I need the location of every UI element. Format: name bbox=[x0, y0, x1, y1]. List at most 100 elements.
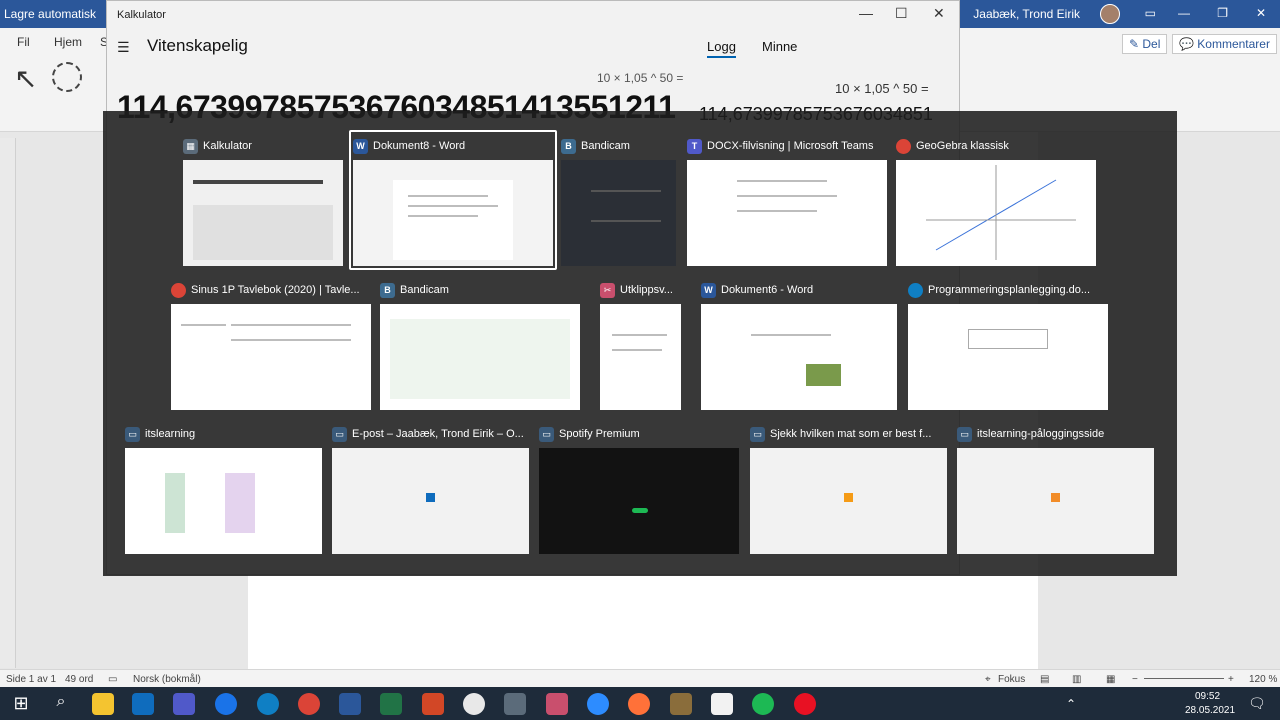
language[interactable]: Norsk (bokmål) bbox=[133, 674, 201, 685]
browser-icon: ▭ bbox=[750, 426, 765, 442]
tile-thumbnail bbox=[380, 304, 580, 410]
powerpoint-icon[interactable] bbox=[422, 693, 444, 715]
tab-home[interactable]: Hjem bbox=[54, 35, 82, 49]
switcher-tile[interactable]: ✂ Utklippsv... bbox=[600, 278, 681, 410]
read-mode-icon[interactable]: ▤ bbox=[1040, 674, 1049, 685]
switcher-tile[interactable]: ▭ E-post – Jaabæk, Trond Eirik – O... bbox=[332, 422, 529, 554]
share-label: Del bbox=[1142, 37, 1161, 51]
switcher-tile[interactable]: ▭ Spotify Premium bbox=[539, 422, 739, 554]
comments-button[interactable]: 💬 Kommentarer bbox=[1172, 34, 1277, 54]
clock-time[interactable]: 09:52 bbox=[1195, 691, 1220, 702]
switcher-tile[interactable]: ▦ Kalkulator bbox=[183, 134, 343, 266]
tile-thumbnail bbox=[957, 448, 1154, 554]
ribbon-display-icon[interactable]: ▭ bbox=[1145, 6, 1156, 20]
switcher-tile[interactable]: B Bandicam bbox=[380, 278, 580, 410]
lasso-tool-icon[interactable] bbox=[52, 62, 82, 92]
file-explorer-icon[interactable] bbox=[92, 693, 114, 715]
tile-thumbnail bbox=[353, 160, 553, 266]
outlook-icon[interactable] bbox=[132, 693, 154, 715]
pen-icon[interactable] bbox=[670, 693, 692, 715]
tile-thumbnail bbox=[539, 448, 739, 554]
autosave-label[interactable]: Lagre automatisk bbox=[4, 7, 96, 21]
app-icon[interactable] bbox=[463, 693, 485, 715]
clock-date[interactable]: 28.05.2021 bbox=[1185, 705, 1235, 716]
tile-title: Sjekk hvilken mat som er best f... bbox=[770, 428, 932, 440]
tile-title: Bandicam bbox=[400, 284, 449, 296]
firefox-icon[interactable] bbox=[628, 693, 650, 715]
windows-start-icon[interactable]: ⊞ bbox=[10, 693, 32, 715]
mail-icon: ▭ bbox=[332, 426, 347, 442]
tile-thumbnail bbox=[125, 448, 322, 554]
calculator-mode: Vitenskapelig bbox=[147, 36, 248, 55]
web-layout-icon[interactable]: ▦ bbox=[1106, 674, 1115, 685]
snip-icon[interactable] bbox=[546, 693, 568, 715]
close-icon[interactable]: ✕ bbox=[1256, 6, 1266, 20]
zoom-icon[interactable] bbox=[587, 693, 609, 715]
menu-icon[interactable]: ☰ bbox=[117, 39, 130, 56]
word-count[interactable]: 49 ord bbox=[65, 674, 93, 685]
minimize-icon[interactable]: — bbox=[1178, 6, 1190, 20]
comment-icon: 💬 bbox=[1179, 37, 1198, 51]
tab-file[interactable]: Fil bbox=[17, 35, 30, 49]
switcher-tile[interactable]: T DOCX-filvisning | Microsoft Teams bbox=[687, 134, 887, 266]
zoom-level[interactable]: 120 % bbox=[1249, 674, 1277, 685]
switcher-tile[interactable]: Sinus 1P Tavlebok (2020) | Tavle... bbox=[171, 278, 371, 410]
switcher-tile[interactable]: GeoGebra klassisk bbox=[896, 134, 1096, 266]
switcher-tile[interactable]: ▭ Sjekk hvilken mat som er best f... bbox=[750, 422, 947, 554]
share-button[interactable]: ✎ Del bbox=[1122, 34, 1168, 54]
spotify-icon: ▭ bbox=[539, 426, 554, 442]
excel-icon[interactable] bbox=[380, 693, 402, 715]
tile-title: Kalkulator bbox=[203, 140, 252, 152]
switcher-tile[interactable]: ▭ itslearning-påloggingsside bbox=[957, 422, 1154, 554]
notification-icon[interactable]: 🗨 bbox=[1248, 695, 1266, 712]
tray-chevron-icon[interactable]: ⌃ bbox=[1066, 697, 1076, 711]
switcher-tile[interactable]: W Dokument6 - Word bbox=[701, 278, 897, 410]
zoom-in-icon[interactable]: + bbox=[1228, 674, 1234, 685]
zoom-slider[interactable] bbox=[1144, 678, 1224, 679]
bandicam-record-icon[interactable] bbox=[794, 693, 816, 715]
snip-icon: ✂ bbox=[600, 282, 615, 298]
task-switcher: ▦ Kalkulator W Dokument8 - Word B Bandicam … bbox=[103, 111, 1177, 576]
switcher-tile[interactable]: B Bandicam bbox=[561, 134, 676, 266]
word-icon[interactable] bbox=[339, 693, 361, 715]
tile-title: Dokument6 - Word bbox=[721, 284, 814, 296]
chrome-icon bbox=[896, 138, 911, 154]
maximize-icon[interactable]: ☐ bbox=[895, 5, 908, 22]
calculator-icon[interactable] bbox=[504, 693, 526, 715]
teams-icon[interactable] bbox=[173, 693, 195, 715]
switcher-tile[interactable]: Programmeringsplanlegging.do... bbox=[908, 278, 1108, 410]
minimize-icon[interactable]: — bbox=[859, 5, 873, 21]
user-name[interactable]: Jaabæk, Trond Eirik bbox=[973, 7, 1080, 21]
bandicam-icon: B bbox=[380, 282, 395, 298]
proofing-icon[interactable]: ▭ bbox=[108, 674, 117, 685]
tile-thumbnail bbox=[332, 448, 529, 554]
edge-icon[interactable] bbox=[257, 693, 279, 715]
focus-mode[interactable]: Fokus bbox=[998, 674, 1025, 685]
document-icon[interactable] bbox=[711, 693, 733, 715]
tile-title: Sinus 1P Tavlebok (2020) | Tavle... bbox=[191, 284, 360, 296]
history-expression[interactable]: 10 × 1,05 ^ 50 = bbox=[835, 81, 929, 96]
restore-icon[interactable]: ❐ bbox=[1217, 6, 1228, 20]
zoom-out-icon[interactable]: − bbox=[1132, 674, 1138, 685]
print-layout-icon[interactable]: ▥ bbox=[1072, 674, 1081, 685]
tile-thumbnail bbox=[750, 448, 947, 554]
spotify-icon[interactable] bbox=[752, 693, 774, 715]
pointer-tool-icon[interactable]: ↖ bbox=[14, 62, 37, 95]
close-icon[interactable]: ✕ bbox=[933, 5, 945, 22]
tab-history[interactable]: Logg bbox=[707, 39, 736, 58]
page-count[interactable]: Side 1 av 1 bbox=[6, 674, 56, 685]
internet-explorer-icon[interactable] bbox=[215, 693, 237, 715]
switcher-tile-selected[interactable]: W Dokument8 - Word bbox=[349, 130, 557, 270]
tile-title: E-post – Jaabæk, Trond Eirik – O... bbox=[352, 428, 524, 440]
search-icon[interactable]: ⌕ bbox=[50, 693, 72, 715]
tile-thumbnail bbox=[896, 160, 1096, 266]
switcher-tile[interactable]: ▭ itslearning bbox=[125, 422, 322, 554]
chrome-icon bbox=[171, 282, 186, 298]
tab-memory[interactable]: Minne bbox=[762, 39, 797, 54]
avatar[interactable] bbox=[1100, 4, 1120, 24]
tile-title: Programmeringsplanlegging.do... bbox=[928, 284, 1091, 296]
chrome-icon[interactable] bbox=[298, 693, 320, 715]
tile-title: GeoGebra klassisk bbox=[916, 140, 1009, 152]
tile-title: Bandicam bbox=[581, 140, 630, 152]
vertical-ruler bbox=[0, 138, 16, 668]
